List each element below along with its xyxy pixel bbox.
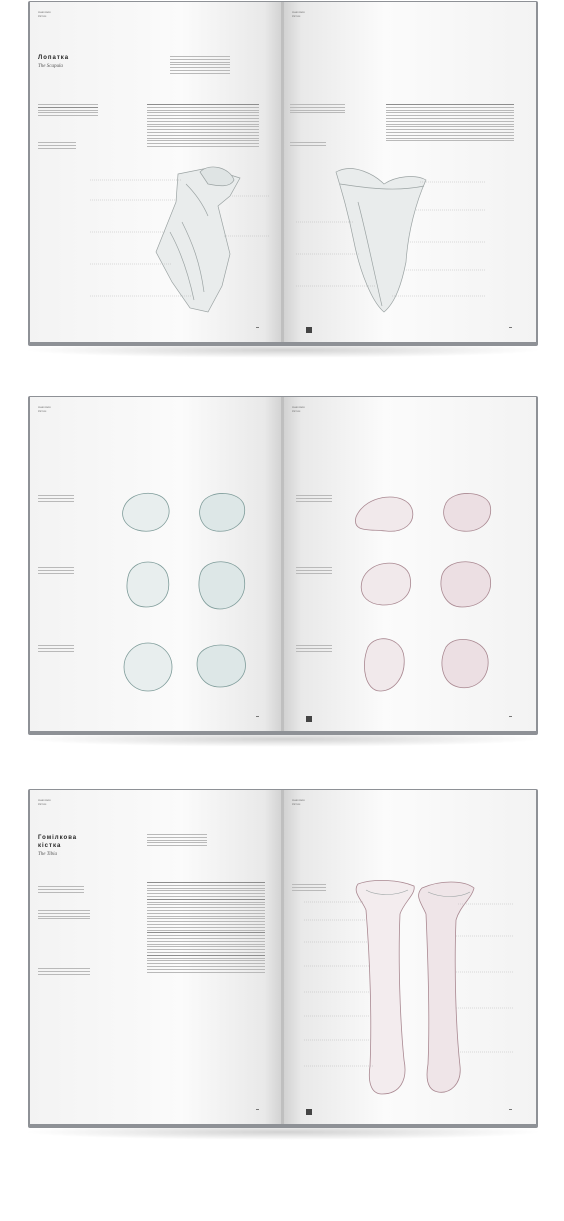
page-marker [306, 716, 312, 722]
running-header: Анатомія Кістки [38, 405, 51, 413]
running-header: Анатомія Кістки [38, 798, 51, 806]
side-note [38, 104, 98, 118]
figure-caption [296, 567, 332, 575]
scapula-anterior-illustration [90, 166, 270, 313]
intro-text [170, 56, 230, 76]
left-page: Анатомія Кістки Гомілкова кістка The Tibi… [30, 790, 282, 1124]
figure-caption [38, 142, 76, 150]
page-marker [306, 1109, 312, 1115]
chapter-title: Лопатка [38, 55, 70, 61]
bone-illustrations-teal [122, 493, 246, 692]
book-spread-scapula: Анатомія Кістки Лопатка The Scapula Анат… [22, 1, 544, 358]
latin-title: The Scapula [38, 64, 63, 69]
book-spread-tarsals: Анатомія Кістки Анатомія Кістки [22, 396, 544, 747]
left-page: Анатомія Кістки [30, 397, 282, 731]
side-note [38, 910, 90, 921]
right-page: Анатомія Кістки [284, 2, 536, 342]
page-marker [306, 327, 312, 333]
chapter-title: Гомілкова кістка [38, 835, 78, 849]
side-note [38, 968, 90, 976]
figure-caption [38, 567, 74, 575]
running-header: Анатомія Кістки [38, 10, 51, 18]
running-header: Анатомія Кістки [292, 405, 305, 413]
body-text [147, 104, 259, 149]
right-page: Анатомія Кістки [284, 397, 536, 731]
tibia-illustration [304, 880, 514, 1095]
page-number [256, 716, 259, 722]
page-number [509, 327, 512, 333]
running-header-2 [140, 11, 141, 15]
left-page: Анатомія Кістки Лопатка The Scapula [30, 2, 282, 342]
intro-text [147, 834, 207, 848]
running-header: Анатомія Кістки [292, 798, 305, 806]
bone-illustrations-mauve [355, 493, 492, 692]
page-number [509, 716, 512, 722]
running-header: Анатомія Кістки [292, 10, 305, 18]
body-text [386, 104, 514, 143]
scapula-posterior-illustration [296, 168, 486, 313]
figure-caption [296, 495, 332, 503]
figure-caption [38, 645, 74, 653]
figure-caption [290, 142, 326, 148]
latin-title: The Tibia [38, 852, 58, 857]
right-page: Анатомія Кістки [284, 790, 536, 1124]
book-spread-tibia: Анатомія Кістки Гомілкова кістка The Tibi… [22, 789, 544, 1140]
side-note [38, 886, 84, 894]
figure-caption [38, 495, 74, 503]
figure-caption [296, 645, 332, 653]
page-number [256, 1109, 259, 1115]
side-note [290, 104, 345, 115]
page-number [256, 327, 259, 333]
page-number [509, 1109, 512, 1115]
body-text [147, 882, 265, 974]
